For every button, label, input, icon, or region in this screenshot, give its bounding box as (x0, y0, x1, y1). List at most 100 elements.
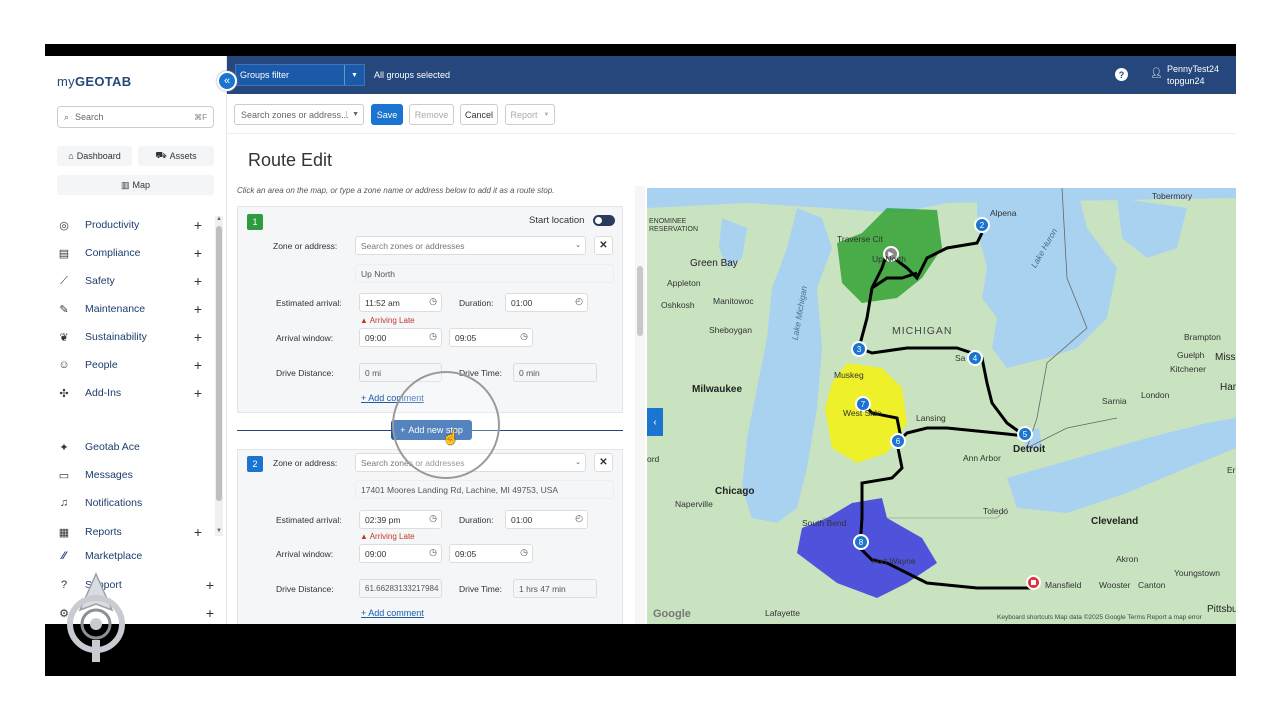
expand-icon[interactable]: + (194, 273, 202, 289)
map-label-muskegon: Muskeg (834, 370, 864, 380)
collapse-panel-button[interactable]: ‹ (647, 408, 663, 436)
sidebar-search-input[interactable]: ⌕ Search ⌘F (57, 106, 214, 128)
scroll-thumb[interactable] (637, 266, 643, 336)
map-label-detroit: Detroit (1013, 444, 1046, 455)
clock-icon: ◷ (429, 331, 437, 341)
sidebar-item-maintenance[interactable]: ✎ Maintenance + (57, 299, 202, 319)
sidebar-item-compliance[interactable]: ▤ Compliance + (57, 243, 202, 263)
nav-label: Add-Ins (85, 387, 122, 399)
watermark-emblem (67, 572, 125, 662)
estimated-arrival-input[interactable]: 02:39 pm ◷ (359, 510, 442, 529)
sidebar-item-notifications[interactable]: ♫ Notifications (57, 493, 202, 513)
sidebar-item-marketplace[interactable]: ⁄⁄ Marketplace (57, 546, 217, 566)
user-icon: 👤︎ (1150, 68, 1163, 79)
shield-icon: ⟋ (60, 274, 68, 287)
expand-icon[interactable]: + (194, 524, 202, 540)
collapse-sidebar-button[interactable]: « (217, 71, 237, 91)
duration-input[interactable]: 01:00 ◴ (505, 510, 588, 529)
window-end-value: 09:05 (455, 548, 477, 559)
remove-stop-button[interactable]: ✕ (594, 453, 613, 472)
scroll-thumb[interactable] (216, 226, 222, 501)
expand-icon[interactable]: + (194, 329, 202, 345)
start-location-toggle[interactable] (593, 215, 615, 226)
stop-marker-6[interactable]: 6 (890, 433, 906, 449)
scroll-down-arrow[interactable]: ▼ (215, 528, 223, 534)
map-button[interactable]: ▥ Map (57, 175, 214, 195)
add-new-stop-button[interactable]: + Add new stop (391, 420, 472, 440)
map-label-traverse-city: Traverse Cit (837, 234, 883, 244)
zone-south[interactable] (797, 498, 937, 598)
stopwatch-icon: ◴ (575, 513, 583, 523)
expand-icon[interactable]: + (194, 357, 202, 373)
dashboard-button[interactable]: ⌂ Dashboard (57, 146, 132, 166)
map-label-ford: ord (647, 454, 660, 464)
globe-icon: ◎ (59, 219, 69, 232)
sidebar-item-geotab-ace[interactable]: ✦ Geotab Ace (57, 437, 202, 457)
sidebar-item-messages[interactable]: ▭ Messages (57, 465, 202, 485)
warning-icon: ▲ (360, 316, 368, 325)
panel-scrollbar[interactable] (635, 186, 645, 624)
scroll-up-arrow[interactable]: ▲ (215, 216, 223, 222)
save-button[interactable]: Save (371, 104, 403, 125)
drive-distance-label: Drive Distance: (276, 368, 334, 378)
sidebar-item-reports[interactable]: ▦ Reports + (57, 522, 202, 542)
map-label: Map (132, 180, 151, 190)
estimated-arrival-label: Estimated arrival: (276, 298, 342, 308)
leaf-icon: ❦ (59, 331, 69, 344)
map-attribution[interactable]: Keyboard shortcuts Map data ©2025 Google… (997, 614, 1202, 621)
sidebar-item-add-ins[interactable]: ✣ Add-Ins + (57, 383, 202, 403)
sidebar-item-safety[interactable]: ⟋ Safety + (57, 271, 202, 291)
groups-filter-dropdown[interactable]: Groups filter ▼ (235, 64, 365, 86)
plus-icon: + (400, 425, 406, 435)
map-label-wooster: Wooster (1099, 580, 1131, 590)
chevron-down-icon: ▼ (543, 111, 550, 118)
geotab-logo[interactable]: myGEOTAB (57, 74, 131, 89)
end-marker[interactable] (1026, 575, 1041, 590)
window-end-input[interactable]: 09:05 ◷ (449, 544, 533, 563)
expand-icon[interactable]: + (194, 385, 202, 401)
start-location-label: Start location (529, 215, 585, 226)
add-comment-link[interactable]: + Add comment (361, 393, 424, 403)
stop-marker-3[interactable]: 3 (851, 341, 867, 357)
map-label-lansing: Lansing (916, 413, 946, 423)
estimated-arrival-input[interactable]: 11:52 am ◷ (359, 293, 442, 312)
zone-search-input[interactable]: Search zones or addresses ⌄ (355, 453, 586, 472)
help-icon[interactable]: ? (1115, 68, 1128, 81)
stop-marker-8[interactable]: 8 (853, 534, 869, 550)
user-menu[interactable]: PennyTest24 topgun24 (1167, 63, 1219, 87)
report-dropdown[interactable]: Report ▼ (505, 104, 555, 125)
sidebar-item-sustainability[interactable]: ❦ Sustainability + (57, 327, 202, 347)
window-end-input[interactable]: 09:05 ◷ (449, 328, 533, 347)
clock-icon: ◷ (429, 547, 437, 557)
stop-marker-5[interactable]: 5 (1017, 426, 1033, 442)
zone-search-input[interactable]: Search zones or addresses ⌄ (355, 236, 586, 255)
expand-icon[interactable]: + (194, 245, 202, 261)
est-arrival-value: 02:39 pm (365, 514, 401, 525)
map-label-milwaukee: Milwaukee (692, 384, 743, 395)
assets-button[interactable]: ⛟ Assets (138, 146, 214, 166)
window-start-value: 09:00 (365, 332, 387, 343)
route-map[interactable]: 1▶ 2 3 4 5 6 7 8 ENOMINEE RESERVATION Gr… (647, 188, 1236, 624)
chevron-down-icon[interactable]: ▼ (344, 65, 364, 85)
sidebar-item-people[interactable]: ☺ People + (57, 355, 202, 375)
expand-icon[interactable]: + (194, 217, 202, 233)
map-label-youngstown: Youngstown (1174, 568, 1221, 578)
stop-marker-4[interactable]: 4 (967, 350, 983, 366)
expand-icon[interactable]: + (206, 577, 214, 593)
add-comment-link[interactable]: + Add comment (361, 608, 424, 618)
expand-icon[interactable]: + (194, 301, 202, 317)
sidebar-scrollbar[interactable]: ▲ ▼ (215, 216, 223, 536)
remove-stop-button[interactable]: ✕ (594, 236, 613, 255)
sidebar-item-productivity[interactable]: ◎ Productivity + (57, 215, 202, 235)
zone-search-placeholder: Search zones or address... (241, 109, 349, 120)
duration-value: 01:00 (511, 297, 533, 308)
zone-search-dropdown[interactable]: Search zones or address... ▼ (234, 104, 364, 125)
stop-marker-2[interactable]: 2 (974, 217, 990, 233)
expand-icon[interactable]: + (206, 605, 214, 621)
window-start-input[interactable]: 09:00 ◷ (359, 544, 442, 563)
puzzle-icon: ✣ (59, 387, 69, 400)
duration-input[interactable]: 01:00 ◴ (505, 293, 588, 312)
remove-button[interactable]: Remove (409, 104, 454, 125)
cancel-button[interactable]: Cancel (460, 104, 498, 125)
window-start-input[interactable]: 09:00 ◷ (359, 328, 442, 347)
